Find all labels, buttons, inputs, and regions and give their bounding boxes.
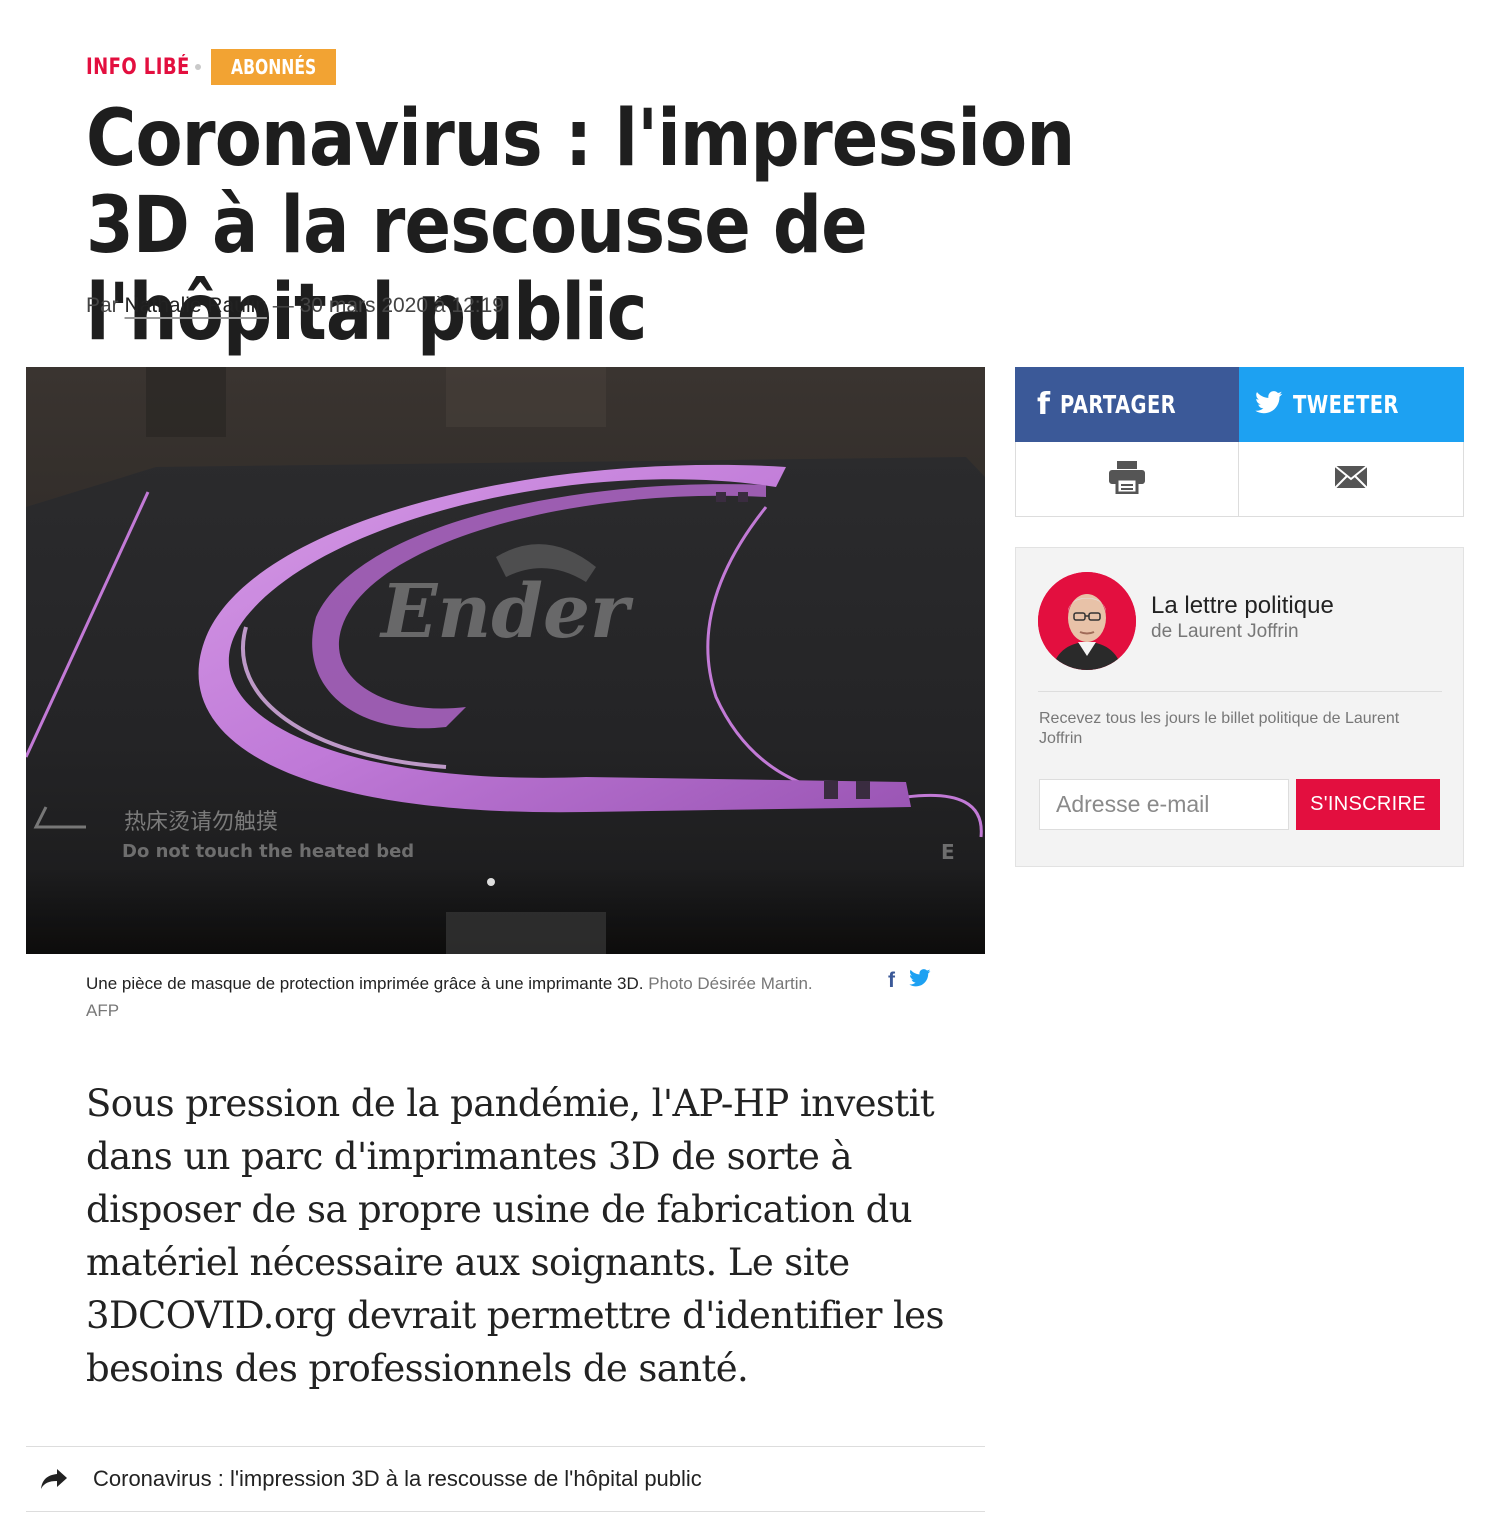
separator-dot (195, 64, 201, 70)
share-arrow-icon (40, 1467, 72, 1491)
bed-warning-cn: 热床烫请勿触摸 (124, 810, 278, 835)
facebook-icon[interactable]: f (888, 969, 895, 993)
print-button[interactable] (1015, 442, 1239, 517)
bed-warning-en: Do not touch the heated bed (122, 841, 414, 862)
subscriber-badge-label: ABONNÉS (231, 55, 317, 79)
author-avatar (1038, 572, 1136, 670)
twitter-share-button[interactable]: TWEETER (1239, 367, 1464, 442)
twitter-icon (1255, 390, 1283, 419)
subscriber-badge: ABONNÉS (211, 49, 337, 85)
related-article-title: Coronavirus : l'impression 3D à la resco… (93, 1466, 702, 1491)
newsletter-box: La lettre politique de Laurent Joffrin R… (1015, 547, 1464, 867)
article-lede: Sous pression de la pandémie, l'AP-HP in… (86, 1082, 944, 1390)
subscribe-button[interactable]: S'INSCRIRE (1296, 779, 1440, 830)
bed-edge-letter: E (941, 840, 955, 864)
twitter-share-label: TWEETER (1293, 390, 1399, 419)
caption-text: Une pièce de masque de protection imprim… (86, 974, 644, 993)
photo-illustration: Ender 热床烫请勿触摸 Do not touch the heated be… (26, 367, 985, 954)
email-field[interactable] (1039, 779, 1289, 830)
kicker: INFO LIBÉ ABONNÉS (86, 49, 337, 85)
section-link[interactable]: INFO LIBÉ (86, 55, 189, 80)
email-share-button[interactable] (1238, 442, 1464, 517)
caption-share: f (888, 969, 931, 993)
related-article-link[interactable]: Coronavirus : l'impression 3D à la resco… (26, 1446, 985, 1512)
share-box: f PARTAGER TWEETER (1015, 367, 1464, 517)
newsletter-subtitle: de Laurent Joffrin (1151, 621, 1299, 642)
author-link[interactable]: Nathalie Raulin (125, 294, 267, 317)
newsletter-title: La lettre politique (1151, 592, 1334, 619)
byline: Par Nathalie Raulin — 30 mars 2020 à 12:… (86, 294, 504, 318)
newsletter-description: Recevez tous les jours le billet politiq… (1039, 710, 1400, 747)
photo-caption: Une pièce de masque de protection imprim… (86, 970, 846, 1024)
divider (1038, 691, 1442, 692)
facebook-share-button[interactable]: f PARTAGER (1015, 367, 1239, 442)
printer-icon (1108, 460, 1146, 499)
facebook-share-label: PARTAGER (1060, 390, 1177, 419)
publish-date: — 30 mars 2020 à 12:19 (272, 294, 504, 317)
facebook-icon: f (1037, 387, 1051, 422)
twitter-icon[interactable] (909, 969, 931, 993)
bed-brand-text: Ender (379, 569, 634, 655)
envelope-icon (1334, 464, 1368, 494)
byline-prefix: Par (86, 294, 119, 317)
article-photo: Ender 热床烫请勿触摸 Do not touch the heated be… (26, 367, 985, 954)
